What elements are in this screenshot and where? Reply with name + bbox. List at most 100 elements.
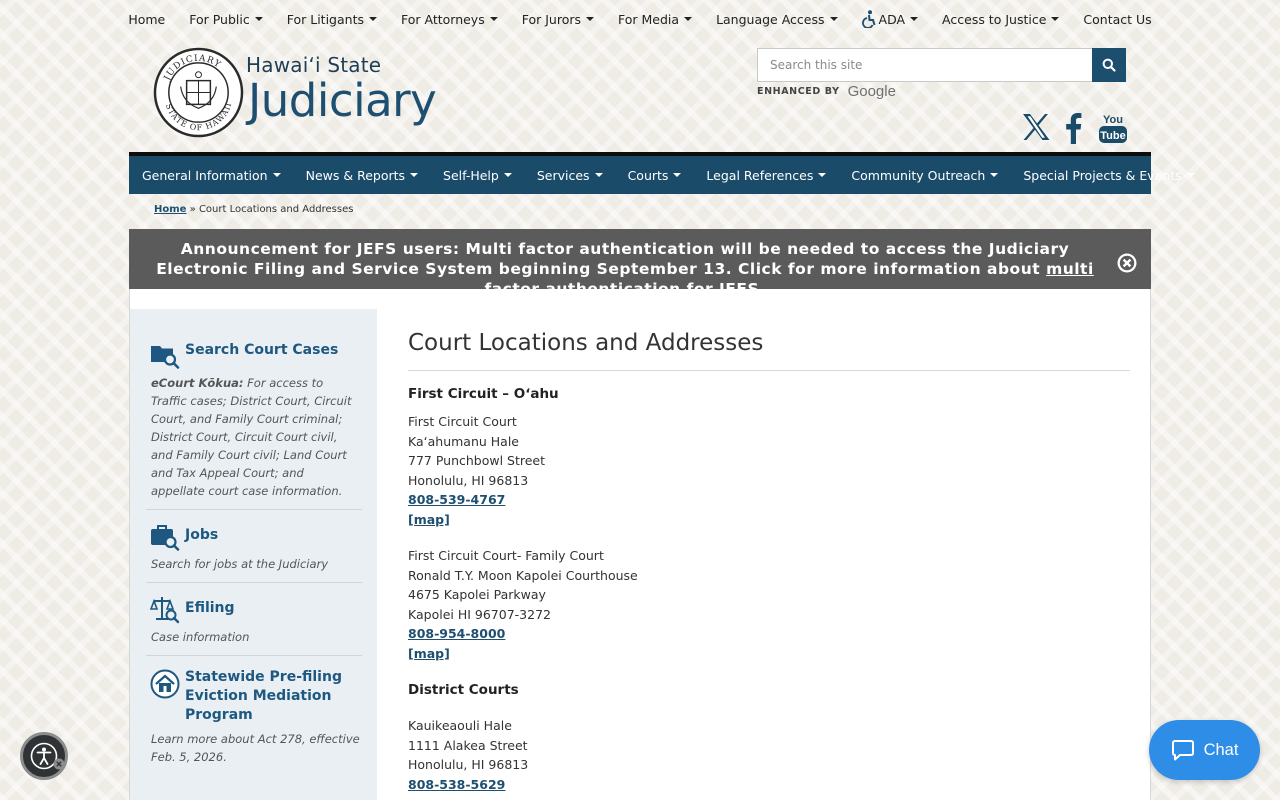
google-logo: Google [847, 83, 896, 100]
breadcrumb-separator: » [189, 204, 196, 215]
accessibility-icon [861, 10, 875, 28]
caret-down-icon [1051, 17, 1060, 21]
chat-label: Chat [1203, 740, 1239, 759]
sidebar-item-desc: Search for jobs at the Judiciary [151, 557, 329, 571]
sidebar-divider [146, 509, 362, 510]
breadcrumb-current: Court Locations and Addresses [198, 204, 354, 215]
address-line: Kauikeaouli Hale [408, 718, 512, 733]
folder-search-icon [151, 346, 180, 369]
topnav-contact-us[interactable]: Contact Us [1071, 12, 1163, 27]
caret-down-icon [272, 173, 281, 177]
title-divider [408, 370, 1130, 371]
mainnav-label: Special Projects & Events [1023, 167, 1182, 183]
youtube-link[interactable]: You Tube [1098, 112, 1128, 144]
section-heading-district-courts: District Courts [408, 682, 519, 698]
caret-down-icon [489, 17, 498, 21]
court-address-first-circuit: First Circuit Court Kaʻahumanu Hale 777 … [408, 412, 545, 529]
sidebar-item-desc: Learn more about Act 278, effective Feb.… [151, 732, 360, 764]
section-heading-first-circuit: First Circuit – Oʻahu [408, 386, 559, 402]
sidebar-divider [146, 582, 362, 583]
caret-down-icon [818, 173, 827, 177]
topnav-label: ADA [878, 11, 906, 27]
mainnav-legal-references[interactable]: Legal References [693, 168, 838, 183]
topnav-for-public[interactable]: For Public [177, 12, 275, 27]
map-link[interactable]: [map] [408, 510, 545, 530]
phone-link[interactable]: 808-538-5629 [408, 775, 528, 795]
topnav-label: Home [128, 11, 166, 27]
topnav-language-access[interactable]: Language Access [704, 12, 849, 27]
caret-down-icon [910, 17, 919, 21]
caret-down-icon [586, 17, 594, 21]
court-address-district-court: Kauikeaouli Hale 1111 Alakea Street Hono… [408, 716, 528, 794]
caret-down-icon [829, 17, 838, 21]
breadcrumb: Home » Court Locations and Addresses [154, 204, 353, 215]
sidebar-item-title: Search Court Cases [185, 342, 339, 358]
topnav-for-jurors[interactable]: For Jurors [510, 12, 606, 27]
breadcrumb-home-link[interactable]: Home [154, 204, 186, 215]
address-line: First Circuit Court- Family Court [408, 548, 604, 563]
announcement-banner: Announcement for JEFS users: Multi facto… [129, 229, 1151, 298]
chat-button[interactable]: Chat [1149, 720, 1260, 780]
mainnav-label: Services [536, 167, 590, 183]
enhanced-by-google: ENHANCED BY Google [757, 83, 896, 100]
phone-link[interactable]: 808-954-8000 [408, 624, 638, 644]
enhanced-by-label: ENHANCED BY [757, 86, 840, 97]
address-line: 1111 Alakea Street [408, 737, 528, 753]
address-line: Honolulu, HI 96813 [408, 472, 529, 488]
address-line: 4675 Kapolei Parkway [408, 587, 546, 602]
topnav-for-media[interactable]: For Media [606, 12, 704, 27]
address-line: 777 Punchbowl Street [408, 453, 546, 468]
youtube-bottom-text: Tube [1100, 130, 1125, 142]
topnav-label: Access to Justice [942, 11, 1047, 27]
judiciary-seal-logo[interactable]: JUDICIARY STATE OF HAWAII [153, 47, 244, 138]
topnav-label: For Attorneys [400, 11, 485, 27]
caret-down-icon [410, 173, 419, 177]
topnav-for-litigants[interactable]: For Litigants [275, 12, 389, 27]
mainnav-special-projects[interactable]: Special Projects & Events [1010, 168, 1206, 183]
main-nav: General Information News & Reports Self-… [129, 152, 1195, 194]
topnav-access-to-justice[interactable]: Access to Justice [930, 12, 1071, 27]
mainnav-courts[interactable]: Courts [615, 168, 694, 183]
sidebar-item-title: Jobs [185, 527, 219, 543]
mainnav-community-outreach[interactable]: Community Outreach [838, 168, 1010, 183]
topnav-label: For Litigants [286, 11, 364, 27]
close-icon[interactable] [1116, 252, 1138, 274]
map-link[interactable]: [map] [408, 644, 638, 664]
mainnav-label: Community Outreach [851, 167, 986, 183]
topnav-for-attorneys[interactable]: For Attorneys [389, 12, 510, 27]
address-line: First Circuit Court [408, 414, 517, 429]
x-twitter-link[interactable] [1021, 112, 1051, 142]
mainnav-label: General Information [142, 167, 268, 183]
search-icon [1102, 58, 1116, 72]
ecourt-kokua-label: eCourt Kōkua: [151, 376, 244, 390]
sidebar-item-title: Efiling [185, 600, 235, 616]
mainnav-label: Self-Help [443, 167, 499, 183]
briefcase-search-icon [151, 525, 180, 551]
mainnav-news-reports[interactable]: News & Reports [293, 168, 430, 183]
caret-down-icon [254, 17, 263, 21]
youtube-icon: You Tube [1099, 114, 1127, 143]
address-line: Ronald T.Y. Moon Kapolei Courthouse [408, 567, 638, 583]
accessibility-widget-button[interactable] [20, 732, 68, 780]
topnav-label: Language Access [716, 11, 825, 27]
mainnav-services[interactable]: Services [524, 168, 615, 183]
topnav-home[interactable]: Home [116, 12, 177, 27]
site-title-big[interactable]: Judiciary [248, 74, 437, 127]
x-twitter-icon [1023, 114, 1050, 140]
phone-link[interactable]: 808-539-4767 [408, 490, 545, 510]
mainnav-label: Legal References [706, 167, 814, 183]
facebook-link[interactable] [1064, 112, 1082, 144]
mainnav-label: Courts [627, 167, 669, 183]
close-small-icon [53, 758, 65, 770]
page-title: Court Locations and Addresses [408, 330, 764, 356]
scales-search-icon [150, 597, 180, 624]
caret-down-icon [1186, 173, 1195, 177]
caret-down-icon [684, 17, 693, 21]
search-input[interactable] [757, 48, 1093, 82]
mainnav-self-help[interactable]: Self-Help [430, 168, 524, 183]
topnav-ada[interactable]: ADA [850, 10, 931, 28]
youtube-top-text: You [1103, 114, 1123, 126]
search-button[interactable] [1092, 48, 1126, 82]
caret-down-icon [990, 173, 999, 177]
mainnav-general-information[interactable]: General Information [129, 168, 293, 183]
